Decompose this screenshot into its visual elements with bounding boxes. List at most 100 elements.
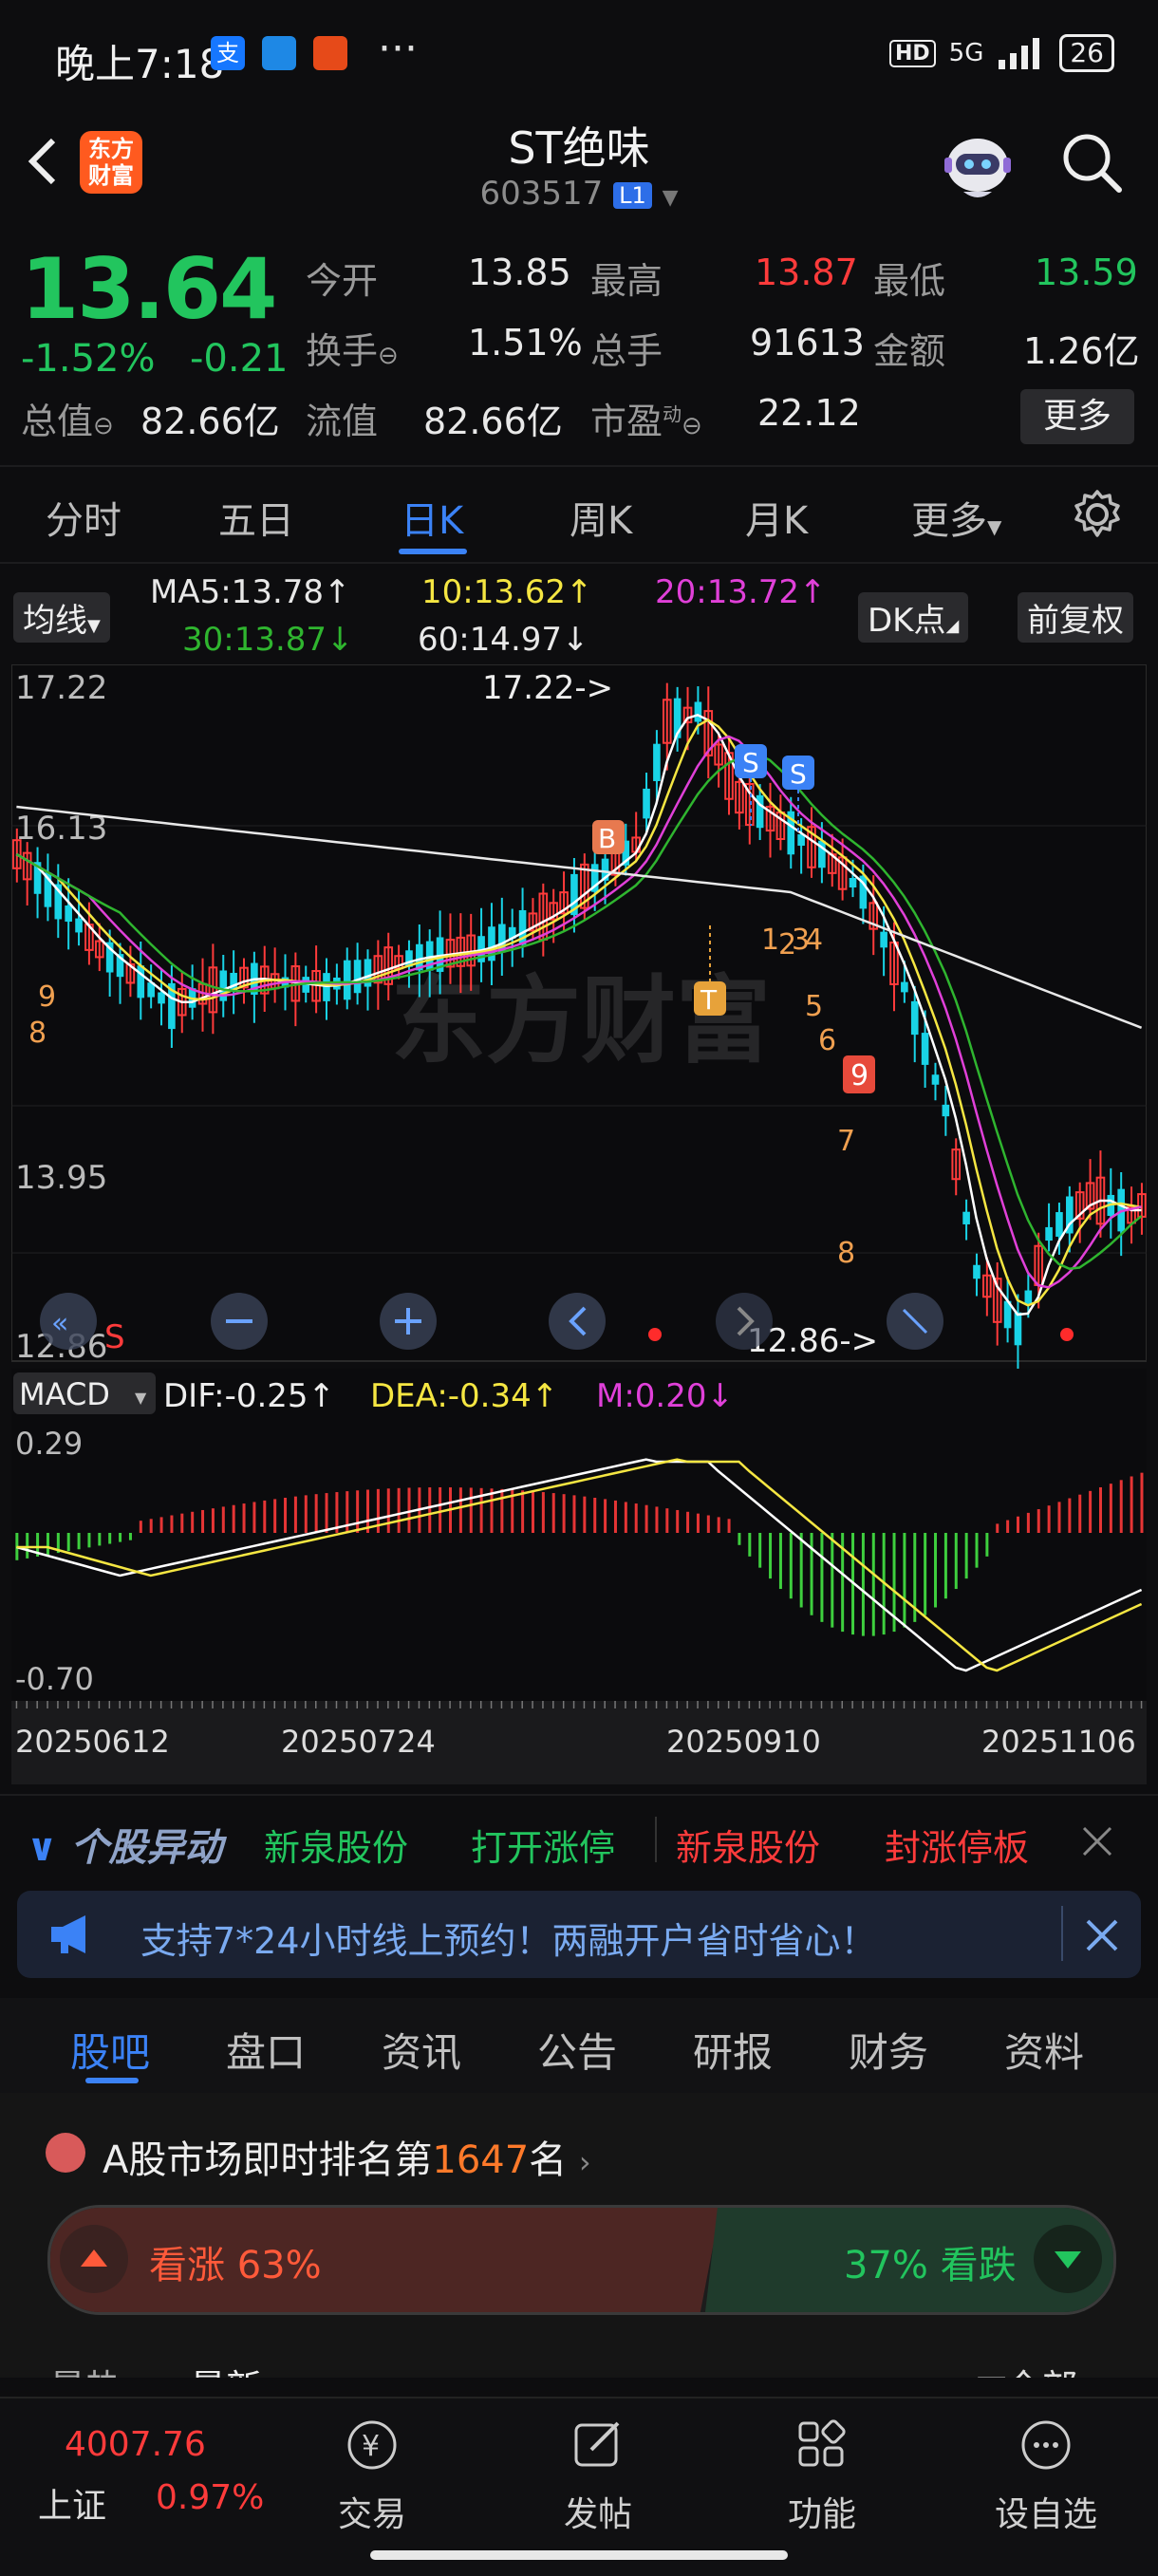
- robot-assistant-icon[interactable]: [935, 129, 1020, 205]
- open-label: 今开: [306, 260, 379, 302]
- macd-bar: [820, 1533, 824, 1622]
- rank-text[interactable]: A股市场即时排名第1647名 ›: [103, 2129, 591, 2184]
- nav-functions[interactable]: 功能: [756, 2412, 888, 2536]
- ma30-value: 30:13.87↓: [182, 621, 354, 659]
- ma-legend: 均线▼ MA5:13.78↑ 10:13.62↑ 20:13.72↑ 30:13…: [0, 569, 1158, 664]
- tab-five-day[interactable]: 五日: [218, 490, 294, 545]
- tab-more[interactable]: 更多▼: [911, 490, 1001, 545]
- tab-weekly-k[interactable]: 周K: [570, 490, 632, 545]
- macd-bar: [191, 1511, 195, 1533]
- macd-bar: [397, 1487, 401, 1533]
- alert-item-3[interactable]: 新泉股份: [676, 1819, 820, 1871]
- scroll-right-icon[interactable]: [716, 1293, 773, 1350]
- search-icon[interactable]: [1058, 129, 1125, 196]
- tab-latest[interactable]: 最新: [190, 2359, 262, 2378]
- svg-text:B: B: [598, 823, 616, 854]
- signal-s-1[interactable]: S: [735, 744, 767, 778]
- dk-point-chip[interactable]: DK点◢: [858, 592, 969, 643]
- macd-chip[interactable]: MACD ▼: [13, 1372, 156, 1414]
- macd-bar: [1130, 1476, 1133, 1533]
- alerts-title[interactable]: ∨ 个股异动: [27, 1817, 222, 1872]
- macd-bar: [304, 1495, 308, 1533]
- app-icon: [262, 36, 296, 70]
- macd-bar: [356, 1490, 360, 1533]
- tab-daily-k[interactable]: 日K: [401, 490, 463, 545]
- app-icon-2: [313, 36, 347, 70]
- gear-icon[interactable]: [1071, 488, 1124, 541]
- promo-banner[interactable]: 支持7*24小时线上预约！两融开户省时省心！: [17, 1891, 1141, 1978]
- tab-finance[interactable]: 财务: [849, 2021, 928, 2079]
- macd-bar: [738, 1533, 741, 1545]
- macd-bar: [149, 1519, 153, 1533]
- macd-bar: [583, 1496, 587, 1533]
- turnover-value: 1.51%: [468, 322, 583, 364]
- tab-news[interactable]: 资讯: [382, 2021, 461, 2079]
- ma-chip[interactable]: 均线▼: [13, 592, 110, 643]
- bull-button[interactable]: [60, 2225, 128, 2293]
- zoom-out-icon[interactable]: [211, 1293, 268, 1350]
- macd-bar: [1057, 1502, 1061, 1533]
- status-right: HD 5G 26: [888, 34, 1114, 72]
- close-icon[interactable]: [1080, 1824, 1114, 1858]
- signal-b[interactable]: B: [592, 820, 625, 854]
- zoom-in-icon[interactable]: [380, 1293, 437, 1350]
- macd-bar: [1006, 1520, 1010, 1533]
- tab-profile[interactable]: 资料: [1004, 2021, 1084, 2079]
- status-app-icons: 支: [211, 36, 347, 70]
- alert-item-1[interactable]: 新泉股份: [264, 1819, 408, 1871]
- hd-icon: HD: [888, 39, 936, 67]
- level-badge: L1: [613, 181, 652, 209]
- macd-bar: [871, 1533, 875, 1636]
- nav-trade[interactable]: ¥ 交易: [306, 2412, 439, 2536]
- tab-guba[interactable]: 股吧: [70, 2021, 150, 2079]
- macd-bar: [428, 1487, 432, 1533]
- index-name[interactable]: 上证: [38, 2478, 106, 2528]
- adjust-chip[interactable]: 前复权: [1018, 592, 1133, 643]
- macd-bar: [572, 1495, 576, 1533]
- seq-5: 5: [805, 990, 823, 1023]
- pe-label[interactable]: 市盈动⊖: [590, 392, 702, 444]
- chevron-down-icon: ▼: [662, 186, 679, 210]
- ma20-value: 20:13.72↑: [655, 573, 827, 611]
- signal-s-2[interactable]: S: [782, 756, 814, 790]
- nav-watchlist[interactable]: 设自选: [980, 2412, 1112, 2536]
- nav-post[interactable]: 发帖: [532, 2412, 664, 2536]
- index-value[interactable]: 4007.76: [65, 2425, 206, 2464]
- tab-announcements[interactable]: 公告: [537, 2021, 617, 2079]
- x-label-2: 20250724: [281, 1724, 436, 1760]
- seq-8-b: 8: [837, 1237, 855, 1270]
- low-label: 最低: [873, 260, 946, 302]
- scroll-left-icon[interactable]: [549, 1293, 606, 1350]
- expand-icon[interactable]: [887, 1293, 943, 1350]
- pe-value: 22.12: [757, 392, 861, 434]
- x-axis-band: [11, 1701, 1147, 1784]
- tab-pankou[interactable]: 盘口: [226, 2021, 306, 2079]
- alert-item-2[interactable]: 打开涨停: [471, 1819, 615, 1871]
- info-icon: ⊖: [682, 412, 702, 440]
- turnover-label[interactable]: 换手⊖: [306, 322, 399, 374]
- kline-chart[interactable]: 东方财富 17.22 16.13 13.95 12.86 17.22-> 12.…: [11, 664, 1147, 1784]
- macd-bar: [810, 1533, 813, 1615]
- macd-bar: [778, 1533, 782, 1590]
- svg-text:MACD: MACD: [19, 1376, 110, 1412]
- macd-bar: [108, 1533, 112, 1544]
- tab-research[interactable]: 研报: [693, 2021, 773, 2079]
- bear-button[interactable]: [1034, 2225, 1102, 2293]
- macd-dif: DIF:-0.25↑: [163, 1377, 335, 1415]
- tab-hot[interactable]: 最热: [49, 2359, 121, 2378]
- more-button[interactable]: 更多: [1020, 389, 1134, 444]
- index-pct[interactable]: 0.97%: [156, 2478, 264, 2517]
- mcap-label[interactable]: 总值⊖: [21, 392, 114, 444]
- macd-bar: [1068, 1498, 1072, 1533]
- status-time: 晚上7:18: [55, 41, 225, 87]
- close-icon[interactable]: [1084, 1917, 1120, 1953]
- alert-item-4[interactable]: 封涨停板: [885, 1819, 1029, 1871]
- tab-monthly-k[interactable]: 月K: [745, 490, 808, 545]
- svg-text:S: S: [790, 758, 807, 790]
- macd-bar: [727, 1519, 731, 1533]
- filter-all[interactable]: ▽全部: [978, 2359, 1077, 2378]
- x-label-4: 20251106: [981, 1724, 1136, 1760]
- svg-text:¥: ¥: [362, 2430, 380, 2463]
- tab-intraday[interactable]: 分时: [46, 490, 121, 545]
- rewind-icon[interactable]: «: [40, 1293, 97, 1350]
